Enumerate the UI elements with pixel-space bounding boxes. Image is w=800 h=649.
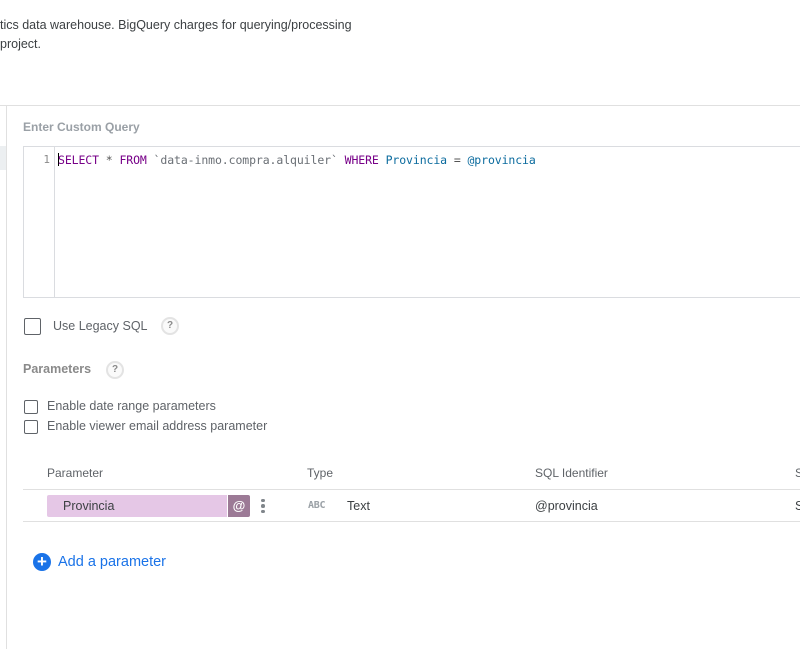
connector-description: tics data warehouse. BigQuery charges fo… bbox=[0, 16, 380, 54]
kw-where: WHERE bbox=[344, 153, 379, 167]
token-star: * bbox=[98, 153, 120, 167]
col-header-more: S bbox=[795, 466, 800, 480]
viewer-email-label: Enable viewer email address parameter bbox=[47, 419, 268, 433]
section-divider bbox=[0, 105, 800, 106]
description-line-2: project. bbox=[0, 37, 41, 51]
header-divider bbox=[23, 489, 800, 490]
editor-gutter: 1 bbox=[24, 147, 55, 297]
legacy-sql-checkbox[interactable] bbox=[24, 318, 41, 335]
legacy-sql-label: Use Legacy SQL bbox=[53, 319, 148, 333]
left-panel-selected-indicator bbox=[0, 146, 6, 170]
parameter-type: Text bbox=[347, 499, 370, 513]
col-header-sql-identifier: SQL Identifier bbox=[535, 466, 608, 480]
viewer-email-checkbox[interactable] bbox=[24, 420, 38, 434]
parameter-more-cell: S bbox=[795, 499, 800, 513]
token-column: Provincia bbox=[378, 153, 454, 167]
code-line[interactable]: SELECT * FROM `data-inmo.compra.alquiler… bbox=[58, 153, 536, 167]
date-range-checkbox[interactable] bbox=[24, 400, 38, 414]
kw-select: SELECT bbox=[58, 153, 99, 167]
sql-editor[interactable]: 1 SELECT * FROM `data-inmo.compra.alquil… bbox=[23, 146, 800, 298]
add-parameter-button[interactable]: + Add a parameter bbox=[33, 552, 166, 572]
line-number: 1 bbox=[43, 153, 50, 166]
text-type-icon: ABC bbox=[308, 500, 326, 511]
token-param: @provincia bbox=[467, 153, 536, 167]
add-circle-icon: + bbox=[33, 553, 51, 571]
col-header-type: Type bbox=[307, 466, 334, 480]
date-range-label: Enable date range parameters bbox=[47, 399, 216, 413]
parameters-title: Parameters bbox=[23, 362, 92, 376]
legacy-sql-help-icon[interactable]: ? bbox=[161, 317, 179, 335]
left-panel-border bbox=[6, 106, 7, 649]
token-table: `data-inmo.compra.alquiler` bbox=[146, 153, 345, 167]
parameter-name: Provincia bbox=[63, 499, 115, 513]
add-parameter-label: Add a parameter bbox=[58, 554, 167, 570]
col-header-parameter: Parameter bbox=[47, 466, 104, 480]
kw-from: FROM bbox=[119, 153, 147, 167]
parameters-help-icon[interactable]: ? bbox=[106, 361, 124, 379]
custom-query-title: Enter Custom Query bbox=[23, 120, 140, 134]
at-symbol-button[interactable]: @ bbox=[228, 495, 250, 517]
parameter-name-chip[interactable]: Provincia bbox=[47, 495, 227, 517]
token-eq: = bbox=[453, 153, 468, 167]
description-line-1: tics data warehouse. BigQuery charges fo… bbox=[0, 18, 352, 32]
more-vert-icon[interactable] bbox=[259, 497, 267, 515]
row-divider bbox=[23, 521, 800, 522]
parameter-sql-identifier: @provincia bbox=[535, 499, 598, 513]
